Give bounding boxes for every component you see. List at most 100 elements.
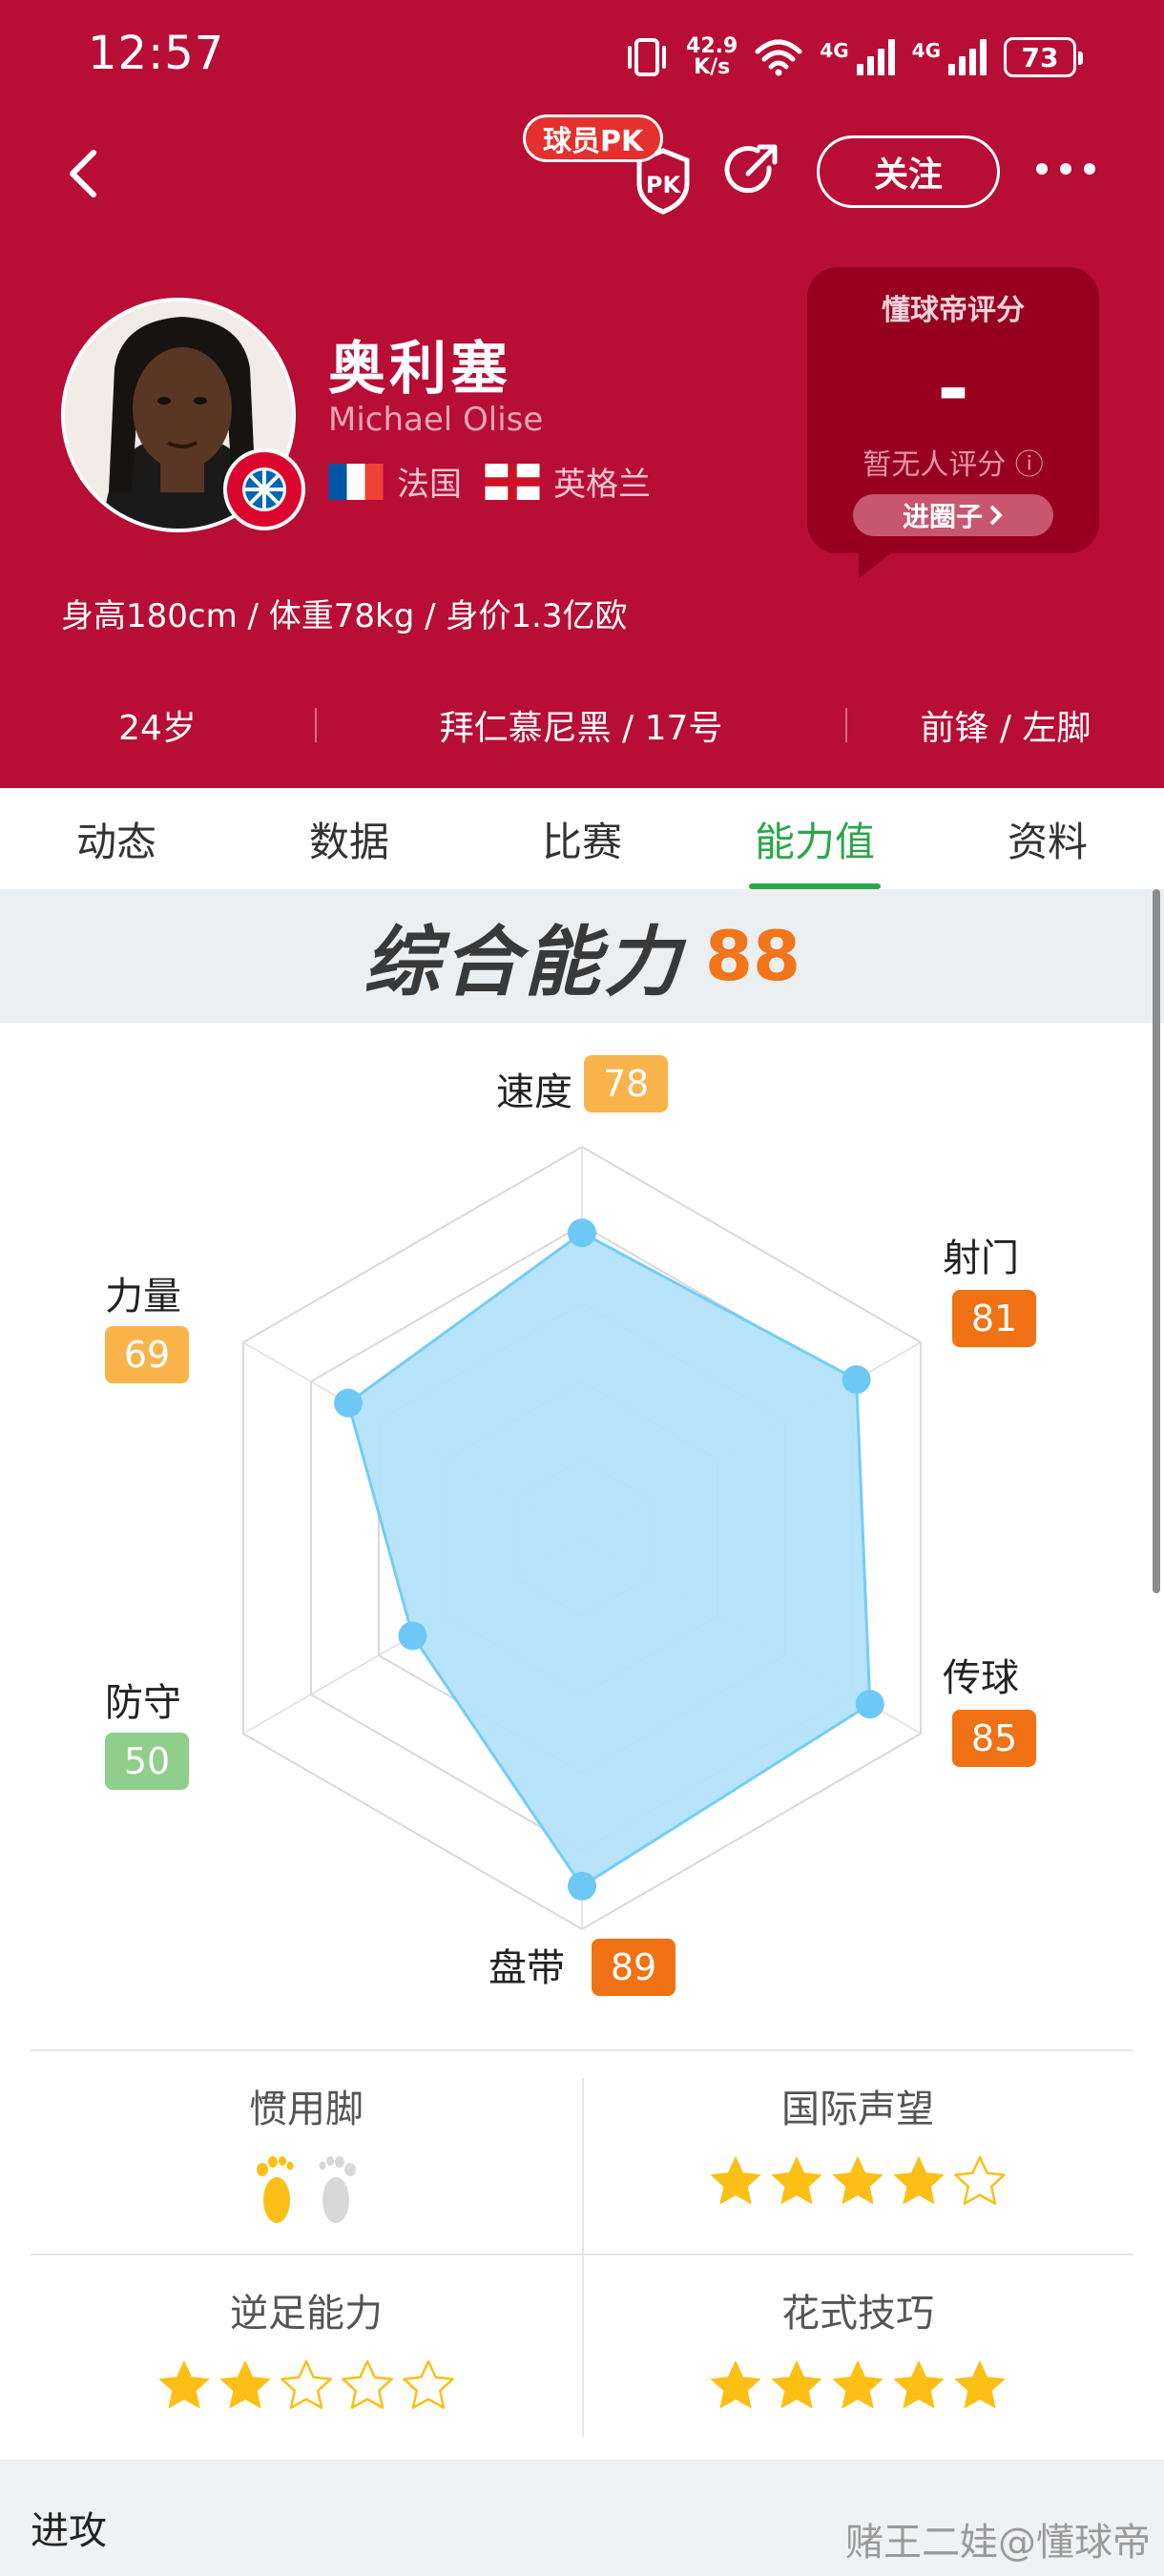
right-foot-icon bbox=[319, 2156, 356, 2223]
top-nav: PK 球员PK 关注 bbox=[0, 114, 1164, 239]
preferred-foot-title: 惯用脚 bbox=[249, 2088, 364, 2131]
reputation-cell: 国际声望 bbox=[582, 2051, 1133, 2255]
back-arrow-icon[interactable] bbox=[55, 143, 113, 204]
player-name-cn: 奥利塞 bbox=[328, 336, 511, 403]
radar-axis-label: 射门 bbox=[943, 1236, 1019, 1280]
radar-data-point bbox=[568, 1218, 596, 1248]
star-filled-icon bbox=[710, 2360, 761, 2409]
radar-value-badge: 89 bbox=[592, 1939, 676, 1996]
radar-data-point bbox=[568, 1871, 596, 1901]
rating-card: 懂球帝评分 - 暂无人评分 ⓘ 进圈子 bbox=[807, 267, 1099, 578]
player-age: 24岁 bbox=[118, 709, 197, 748]
battery-level: 73 bbox=[1021, 41, 1059, 73]
tab-dynamics[interactable]: 动态 bbox=[0, 788, 233, 889]
attributes-grid: 惯用脚 国际声望 逆足能力 花式技巧 bbox=[31, 2049, 1133, 2460]
star-filled-icon bbox=[158, 2360, 210, 2409]
pk-icon-text: PK bbox=[646, 172, 682, 198]
signal-1-icon: 4G bbox=[820, 39, 895, 75]
star-filled-icon bbox=[771, 2156, 822, 2205]
status-icons: 42.9 K/s 4G 4G 73 bbox=[625, 34, 1083, 80]
weak-foot-title: 逆足能力 bbox=[230, 2292, 383, 2336]
radar-value-badge: 85 bbox=[952, 1710, 1036, 1767]
join-circle-label: 进圈子 bbox=[902, 501, 983, 532]
ability-radar-chart: 速度 78 射门 81 传球 85 盘带 89 防守 50 力量 69 bbox=[0, 1023, 1164, 2063]
weak-foot-cell: 逆足能力 bbox=[31, 2255, 582, 2460]
overall-label: 综合能力 bbox=[363, 918, 684, 1007]
battery-icon: 73 bbox=[1004, 37, 1083, 77]
radar-axis-label: 传球 bbox=[943, 1656, 1019, 1700]
star-empty-icon bbox=[281, 2359, 332, 2409]
radar-value-badge: 50 bbox=[105, 1733, 189, 1790]
net-speed: 42.9 K/s bbox=[686, 36, 738, 78]
nationality-1: 法国 bbox=[397, 466, 462, 504]
tab-data[interactable]: 数据 bbox=[233, 788, 466, 889]
rating-value: - bbox=[937, 344, 969, 433]
tab-abilities[interactable]: 能力值 bbox=[698, 788, 931, 889]
star-empty-icon bbox=[403, 2359, 454, 2409]
star-filled-icon bbox=[893, 2156, 945, 2205]
pk-badge: 球员PK bbox=[523, 114, 664, 162]
player-position-foot: 前锋 / 左脚 bbox=[920, 709, 1091, 748]
radar-value-badge: 81 bbox=[952, 1290, 1036, 1347]
join-circle-button[interactable]: 进圈子 bbox=[853, 494, 1053, 536]
more-options-icon[interactable] bbox=[1036, 155, 1099, 183]
tab-matches[interactable]: 比赛 bbox=[466, 788, 698, 889]
player-club-number[interactable]: 拜仁慕尼黑 / 17号 bbox=[317, 700, 845, 750]
scrollbar[interactable] bbox=[1153, 889, 1160, 1593]
player-name-en: Michael Olise bbox=[328, 401, 544, 439]
status-time: 12:57 bbox=[88, 27, 225, 80]
player-info-strip: 24岁 拜仁慕尼黑 / 17号 前锋 / 左脚 bbox=[0, 687, 1164, 763]
star-filled-icon bbox=[219, 2360, 271, 2409]
star-empty-icon bbox=[342, 2359, 393, 2409]
feet-row bbox=[31, 2152, 582, 2229]
radar-axis-label: 盘带 bbox=[488, 1946, 565, 1990]
status-bar: 12:57 42.9 K/s 4G 4G 73 bbox=[0, 0, 1164, 114]
star-filled-icon bbox=[893, 2360, 945, 2409]
nationality-row: 法国 英格兰 bbox=[328, 458, 651, 505]
share-icon[interactable] bbox=[719, 139, 784, 204]
signal-1-label: 4G bbox=[820, 39, 849, 62]
radar-data-area bbox=[346, 1231, 872, 1888]
overall-value: 88 bbox=[704, 916, 801, 996]
signal-2-icon: 4G bbox=[912, 39, 987, 75]
net-speed-unit: K/s bbox=[694, 55, 731, 79]
star-filled-icon bbox=[954, 2360, 1006, 2409]
tab-bar: 动态 数据 比赛 能力值 资料 bbox=[0, 788, 1164, 889]
radar-data-point bbox=[398, 1621, 427, 1651]
france-flag-icon bbox=[328, 463, 384, 500]
bayern-munich-logo-icon bbox=[223, 448, 305, 530]
vibrate-icon bbox=[628, 38, 667, 76]
skill-moves-stars bbox=[582, 2358, 1133, 2412]
overall-ability-band: 综合能力 88 bbox=[0, 889, 1164, 1023]
star-filled-icon bbox=[710, 2156, 761, 2205]
net-speed-value: 42.9 bbox=[686, 34, 738, 58]
reputation-stars bbox=[582, 2154, 1133, 2208]
player-pk-button[interactable]: PK 球员PK bbox=[523, 114, 695, 215]
star-filled-icon bbox=[771, 2360, 822, 2409]
weak-foot-stars bbox=[31, 2358, 582, 2412]
info-icon[interactable]: ⓘ bbox=[1015, 448, 1044, 482]
radar-value-badge: 78 bbox=[584, 1055, 668, 1112]
radar-axis-label: 防守 bbox=[105, 1681, 181, 1725]
wifi-icon bbox=[755, 39, 802, 76]
preferred-foot-cell: 惯用脚 bbox=[31, 2051, 582, 2255]
england-flag-icon bbox=[485, 463, 540, 500]
radar-svg bbox=[241, 1145, 923, 1931]
reputation-title: 国际声望 bbox=[781, 2088, 934, 2131]
follow-button[interactable]: 关注 bbox=[817, 135, 1000, 208]
radar-data-point bbox=[334, 1388, 364, 1418]
signal-2-label: 4G bbox=[911, 39, 941, 62]
star-filled-icon bbox=[832, 2360, 883, 2409]
radar-axis-label: 力量 bbox=[105, 1275, 181, 1319]
tab-profile[interactable]: 资料 bbox=[931, 788, 1164, 889]
radar-data-point bbox=[842, 1364, 871, 1394]
star-empty-icon bbox=[954, 2155, 1006, 2205]
player-header: 12:57 42.9 K/s 4G 4G 73 PK 球员PK 关注 奥利塞 M… bbox=[0, 0, 1164, 788]
player-body-info: 身高180cm / 体重78kg / 身价1.3亿欧 bbox=[61, 597, 628, 635]
rating-title: 懂球帝评分 bbox=[882, 294, 1025, 327]
section-title: 进攻 bbox=[31, 2509, 107, 2553]
radar-axis-label: 速度 bbox=[496, 1070, 572, 1114]
rating-note: 暂无人评分 ⓘ bbox=[807, 441, 1099, 483]
skill-moves-cell: 花式技巧 bbox=[582, 2255, 1133, 2460]
left-foot-icon bbox=[257, 2156, 294, 2223]
